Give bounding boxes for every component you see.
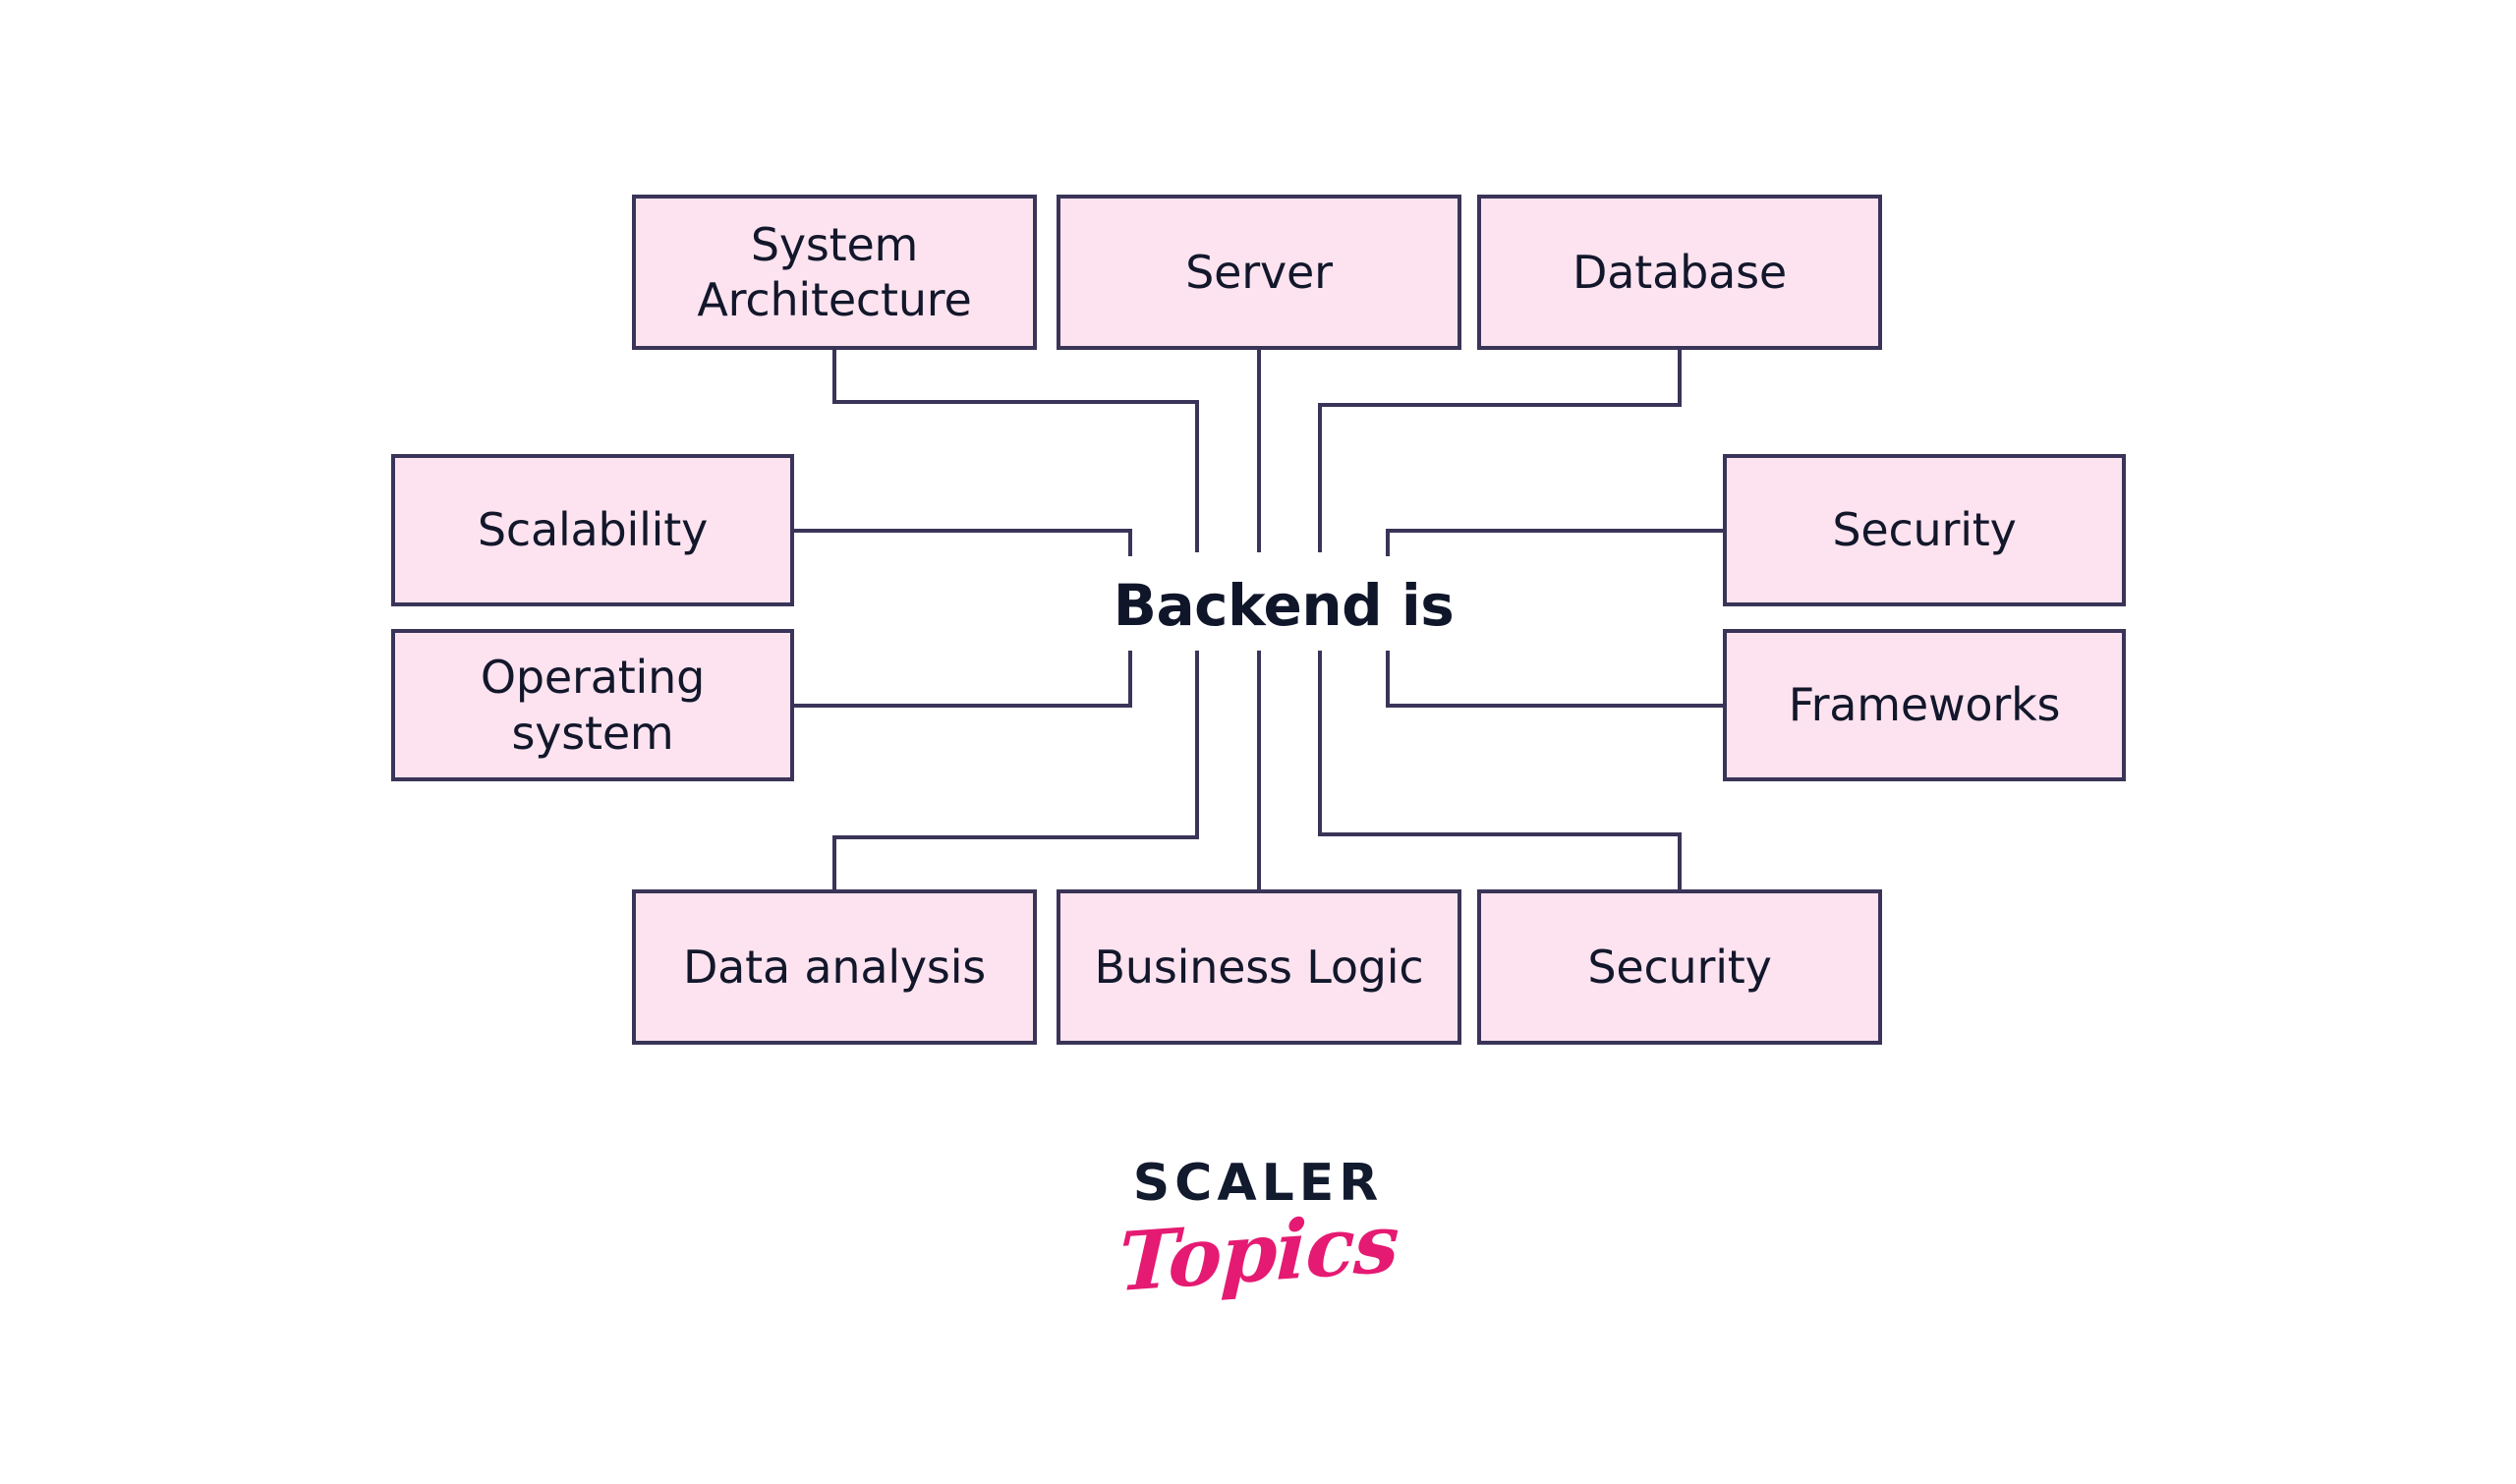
node-label: Security <box>1577 940 1781 995</box>
node-server[interactable]: Server <box>1057 195 1461 350</box>
node-label: Security <box>1822 502 2026 557</box>
node-scalability[interactable]: Scalability <box>391 454 794 606</box>
node-label-line1: Database <box>1572 245 1787 299</box>
node-label-line2: system <box>511 706 674 760</box>
connector-security-right-to-center <box>1386 529 1723 556</box>
node-label: Business Logic <box>1085 940 1434 995</box>
brand-logo: SCALER Topics <box>0 1158 2516 1310</box>
node-label-line1: Data analysis <box>682 940 987 994</box>
node-operating-system[interactable]: Operating system <box>391 629 794 781</box>
node-label: Data analysis <box>673 940 996 995</box>
node-frameworks[interactable]: Frameworks <box>1723 629 2126 781</box>
node-database[interactable]: Database <box>1477 195 1882 350</box>
node-label-line1: Frameworks <box>1788 678 2061 732</box>
node-label: Frameworks <box>1779 677 2071 732</box>
node-label-line1: Scalability <box>477 503 709 557</box>
connector-security-bottom-to-center <box>1318 649 1682 889</box>
connector-scalability-to-center <box>794 529 1132 556</box>
brand-sub: Topics <box>1116 1195 1400 1311</box>
center-label: Backend is <box>1101 560 1466 651</box>
node-label: System Architecture <box>687 217 981 327</box>
node-label-line1: Business Logic <box>1094 940 1424 994</box>
node-business-logic[interactable]: Business Logic <box>1057 889 1461 1045</box>
node-label-line1: Server <box>1185 245 1333 299</box>
node-label-line1: Operating <box>480 651 706 705</box>
connector-system-architecture-to-center <box>832 350 1199 552</box>
node-label: Server <box>1175 245 1343 300</box>
node-label-line2: Architecture <box>697 273 972 326</box>
node-label-line1: System <box>750 217 919 271</box>
connector-operating-system-to-center <box>794 649 1132 708</box>
node-security-bottom[interactable]: Security <box>1477 889 1882 1045</box>
node-data-analysis[interactable]: Data analysis <box>632 889 1037 1045</box>
node-system-architecture[interactable]: System Architecture <box>632 195 1037 350</box>
connector-frameworks-to-center <box>1386 649 1723 708</box>
node-security-right[interactable]: Security <box>1723 454 2126 606</box>
node-label-line1: Security <box>1832 503 2017 557</box>
node-label-line1: Security <box>1587 940 1772 994</box>
connector-database-to-center <box>1318 350 1682 552</box>
node-label: Scalability <box>468 502 717 557</box>
node-label: Database <box>1563 245 1797 300</box>
diagram-canvas: System Architecture Server Database Scalabil… <box>0 0 2516 1484</box>
node-label: Operating system <box>471 650 715 760</box>
connector-data-analysis-to-center <box>832 649 1199 889</box>
